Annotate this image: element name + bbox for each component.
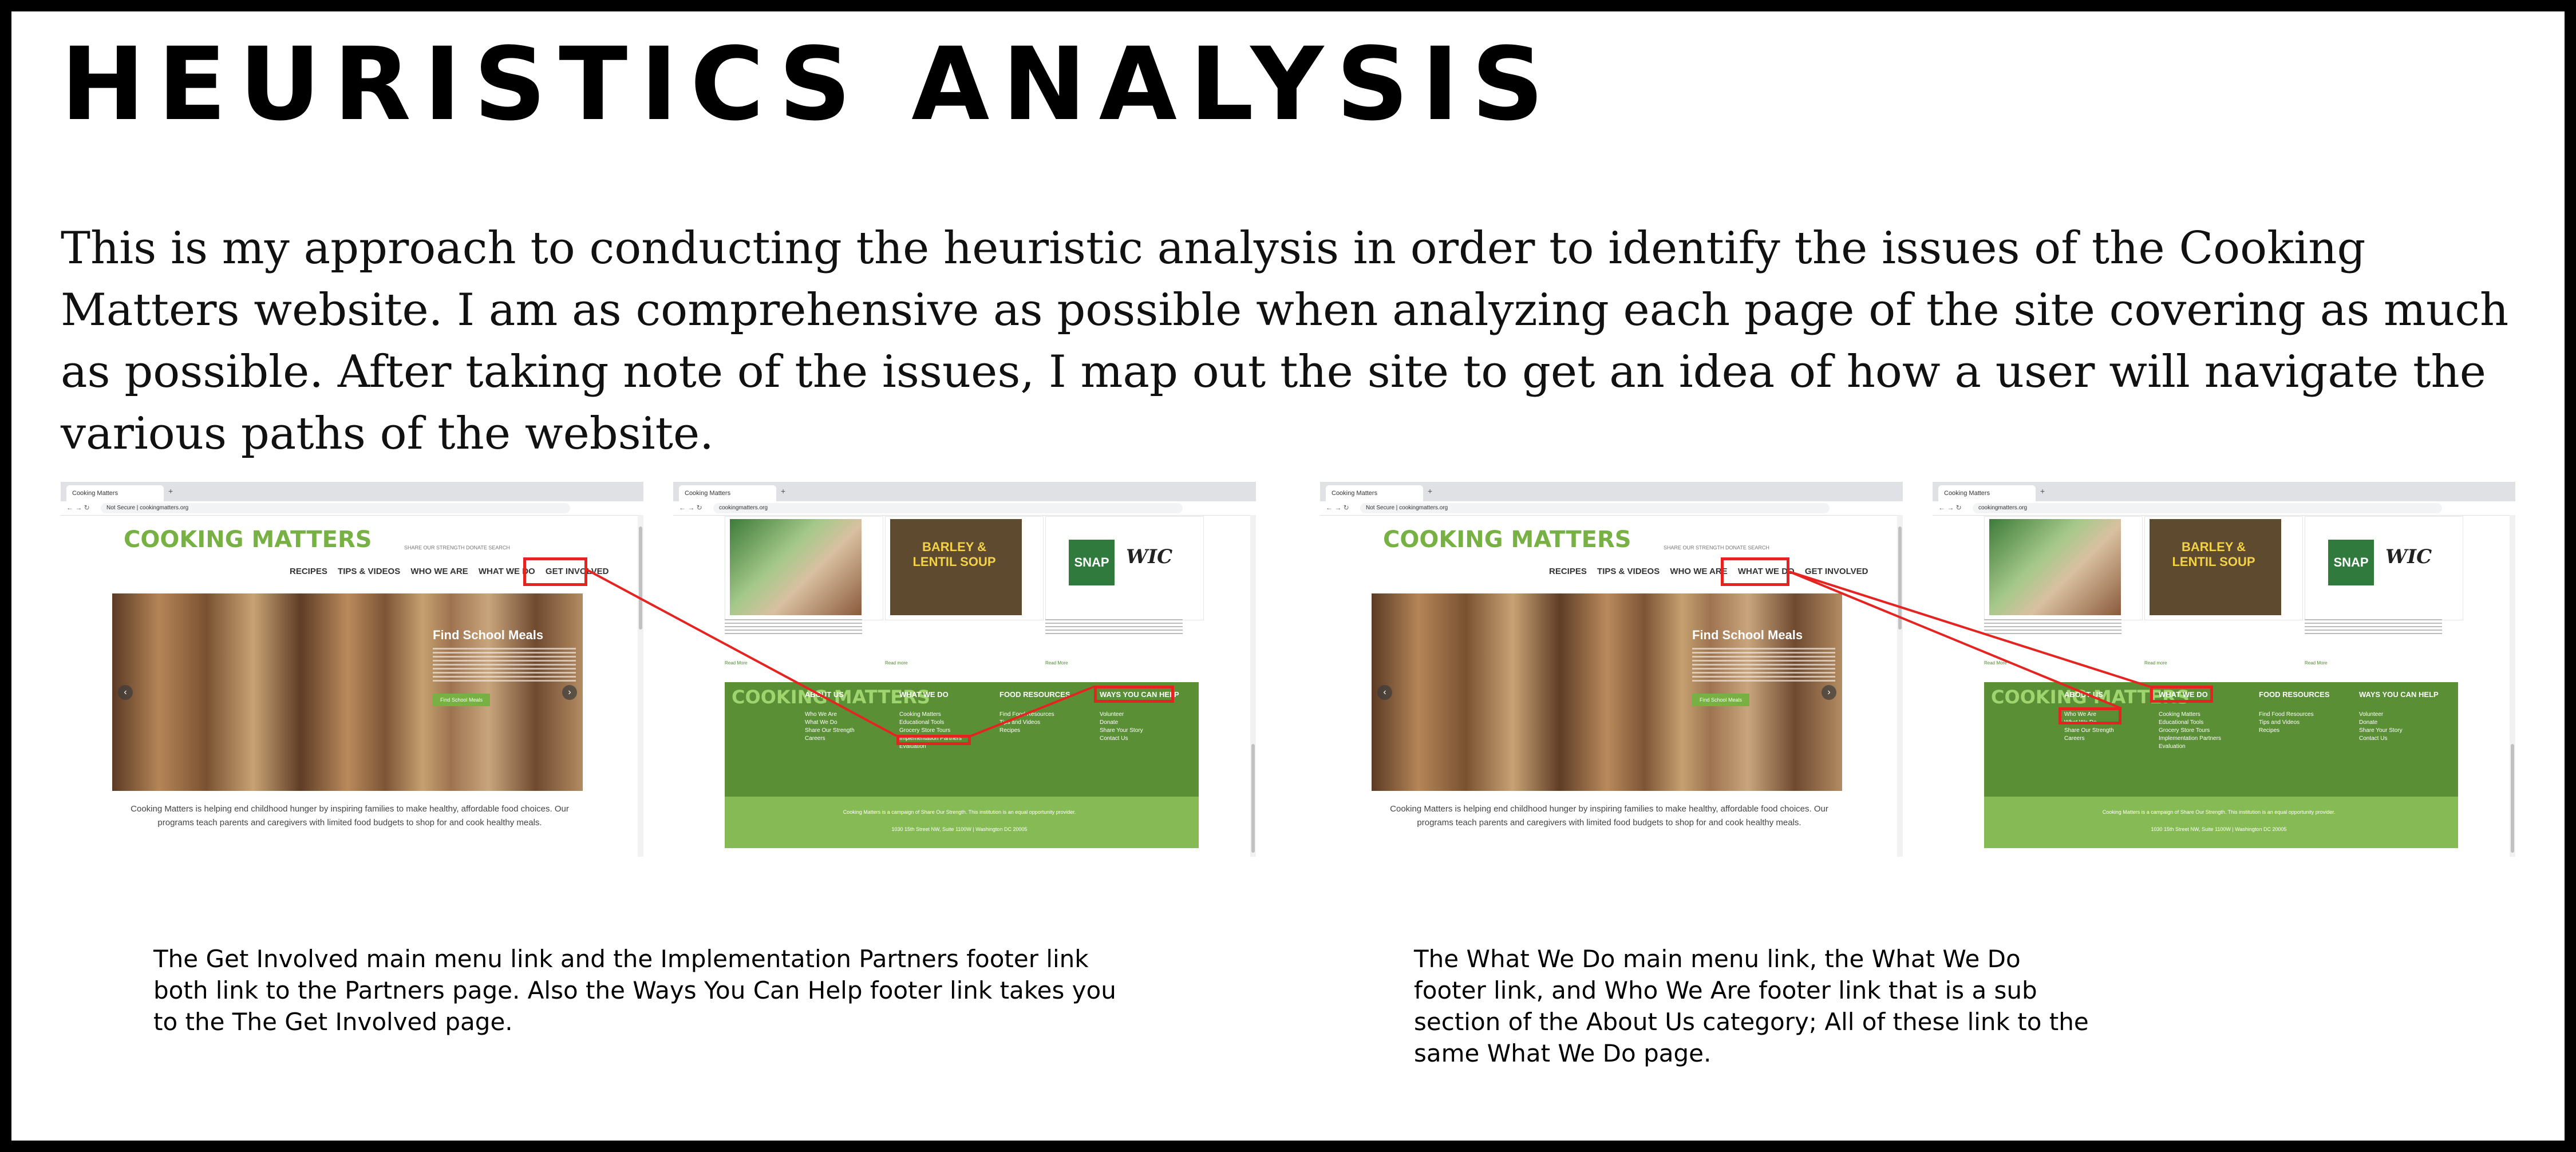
note-what-we-do: The What We Do main menu link, the What …	[1414, 945, 2089, 1067]
slide: HEURISTICS ANALYSIS This is my approach …	[11, 11, 2565, 1141]
connector-what-we-do-to-footer	[1789, 571, 2151, 688]
note-get-involved: The Get Involved main menu link and the …	[153, 945, 1116, 1036]
connector-get-involved-to-partners	[586, 568, 897, 737]
connector-partners-to-ways-you-can-help	[970, 686, 1095, 737]
connector-what-we-do-to-who-we-are	[1789, 571, 2122, 710]
